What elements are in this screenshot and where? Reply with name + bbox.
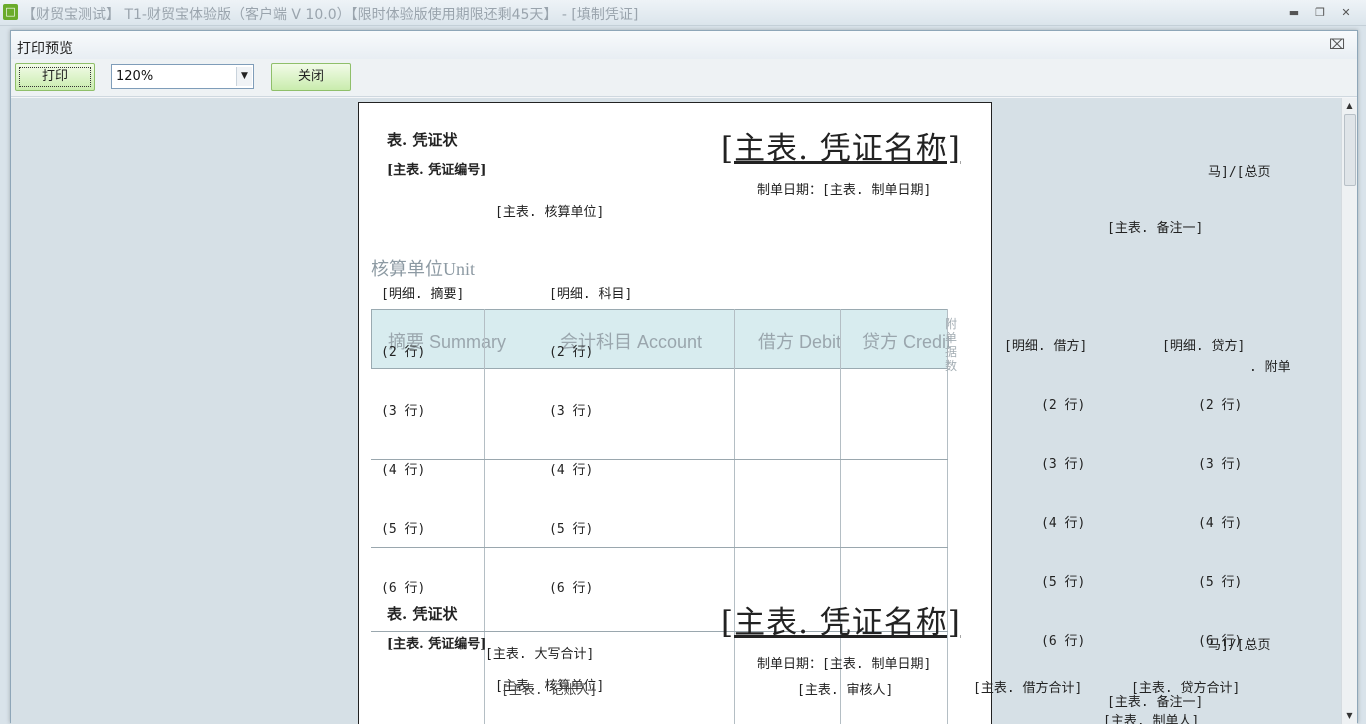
scroll-thumb[interactable] (1344, 114, 1356, 186)
row-credit-4: (4 行) (1198, 516, 1243, 531)
voucher-name: [主表. 凭证名称] (721, 131, 961, 167)
window-titlebar: □ 【财贸宝测试】 T1-财贸宝体验版（客户端 V 10.0）【限时体验版使用期… (0, 0, 1366, 26)
bookkeeper: [主表. 记账人] (501, 683, 598, 698)
row-account-3: (3 行) (549, 404, 594, 419)
note-one: [主表. 备注一] (1107, 221, 1204, 236)
window-title: 【财贸宝测试】 T1-财贸宝体验版（客户端 V 10.0）【限时体验版使用期限还… (22, 7, 639, 23)
preview-canvas[interactable]: 表. 凭证状 [主表. 凭证名称] [主表. 凭证编号] 制单日期：[主表. 制… (11, 98, 1341, 724)
row-account-2: (2 行) (549, 345, 594, 360)
detail-account: [明细. 科目] (549, 287, 633, 302)
zoom-value: 120% (116, 69, 154, 84)
attachment-side-label: 附单据数 (945, 317, 958, 373)
zoom-select[interactable]: 120% ▼ (111, 64, 254, 89)
table-header: 摘要 Summary 会计科目 Account 借方 Debit 贷方 Cred… (371, 309, 952, 369)
row-debit-6: (6 行) (1041, 634, 1086, 649)
dialog-close-icon[interactable]: ⌧ (1329, 37, 1345, 53)
close-button[interactable]: 关闭 (271, 63, 351, 91)
row-credit-3: (3 行) (1198, 457, 1243, 472)
header-credit: 贷方 Credit (862, 332, 952, 352)
note-one-2: [主表. 备注一] (1107, 695, 1204, 710)
print-button[interactable]: 打印 (15, 63, 95, 91)
row-account-5: (5 行) (549, 522, 594, 537)
attachment-label: . 附单 (1249, 360, 1291, 375)
page-number-2: 马]/[总页 (1208, 638, 1271, 653)
voucher-date: 制单日期：[主表. 制单日期] (757, 183, 932, 198)
total-capital: [主表. 大写合计] (485, 647, 595, 662)
detail-summary: [明细. 摘要] (381, 287, 465, 302)
scroll-down-icon[interactable]: ▼ (1342, 708, 1357, 723)
voucher-status-label-2: 表. 凭证状 (387, 605, 458, 623)
unit-handwritten-label: 核算单位Unit (371, 259, 476, 279)
row-debit-3: (3 行) (1041, 457, 1086, 472)
voucher-unit: [主表. 核算单位] (495, 205, 605, 220)
row-summary-3: (3 行) (381, 404, 426, 419)
detail-debit: [明细. 借方] (1004, 339, 1088, 354)
voucher-name-2: [主表. 凭证名称] (721, 605, 961, 641)
voucher-page: 表. 凭证状 [主表. 凭证名称] [主表. 凭证编号] 制单日期：[主表. 制… (358, 102, 992, 724)
vertical-scrollbar[interactable]: ▲ ▼ (1341, 98, 1357, 724)
scroll-up-icon[interactable]: ▲ (1342, 98, 1357, 113)
preview-toolbar: 打印 120% ▼ 关闭 (11, 59, 1357, 97)
page-number: 马]/[总页 (1208, 165, 1271, 180)
voucher-status-label: 表. 凭证状 (387, 131, 458, 149)
detail-credit: [明细. 贷方] (1162, 339, 1246, 354)
restore-icon[interactable]: ❐ (1310, 5, 1330, 21)
row-credit-2: (2 行) (1198, 398, 1243, 413)
maker: [主表. 制单人] (1103, 714, 1200, 724)
row-summary-5: (5 行) (381, 522, 426, 537)
print-preview-dialog: 打印预览 ⌧ 打印 120% ▼ 关闭 表. 凭证状 [主表. 凭证名称] [主… (10, 30, 1358, 724)
voucher-number: [主表. 凭证编号] (387, 163, 487, 178)
row-debit-5: (5 行) (1041, 575, 1086, 590)
lock-app-icon: □ (3, 4, 18, 20)
row-summary-4: (4 行) (381, 463, 426, 478)
dialog-titlebar: 打印预览 ⌧ (11, 31, 1357, 59)
chevron-down-icon[interactable]: ▼ (236, 67, 252, 86)
row-debit-4: (4 行) (1041, 516, 1086, 531)
total-debit: [主表. 借方合计] (973, 681, 1083, 696)
row-account-4: (4 行) (549, 463, 594, 478)
minimize-icon[interactable]: ▬ (1284, 5, 1304, 21)
row-summary-2: (2 行) (381, 345, 426, 360)
voucher-number-2: [主表. 凭证编号] (387, 637, 487, 652)
row-summary-6: (6 行) (381, 581, 426, 596)
row-account-6: (6 行) (549, 581, 594, 596)
voucher-date-2: 制单日期：[主表. 制单日期] (757, 657, 932, 672)
header-debit: 借方 Debit (758, 332, 842, 352)
row-debit-2: (2 行) (1041, 398, 1086, 413)
dialog-title: 打印预览 (17, 41, 73, 57)
reviewer: [主表. 审核人] (797, 683, 894, 698)
close-window-icon[interactable]: ✕ (1336, 5, 1356, 21)
print-button-label: 打印 (19, 67, 91, 87)
row-credit-5: (5 行) (1198, 575, 1243, 590)
